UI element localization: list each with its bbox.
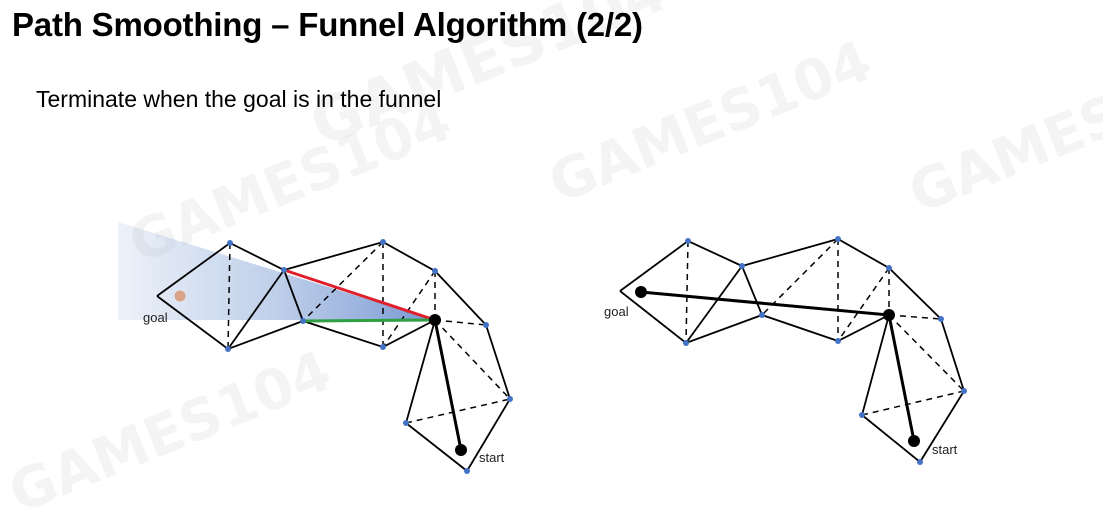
start-point [908,435,920,447]
start-point [455,444,467,456]
diagram-canvas: goal start goal start [118,222,967,474]
start-label: start [932,442,958,457]
funnel-apex-point [429,314,441,326]
navmesh-vertices [683,236,967,465]
goal-point [174,290,186,302]
corner-point [883,309,895,321]
left-diagram: goal start [118,222,513,474]
goal-point [635,286,647,298]
path-segment [433,319,463,451]
slide: GAMES104 GAMES104 GAMES104 GAMES104 GAME… [0,0,1103,526]
goal-label: goal [143,310,168,325]
goal-label: goal [604,304,629,319]
smoothed-path [640,290,916,442]
right-diagram: goal start [604,236,967,465]
funnel-green-edge [302,318,436,323]
start-label: start [479,450,505,465]
